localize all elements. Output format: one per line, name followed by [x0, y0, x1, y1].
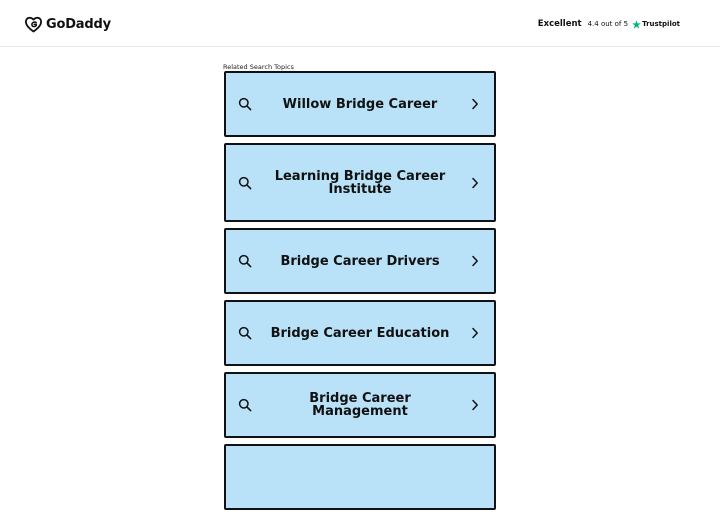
godaddy-logo[interactable]: GoDaddy [24, 14, 111, 34]
related-topics-list: Willow Bridge Career Learning Bridge Car… [224, 71, 496, 516]
trustpilot-star-icon [632, 19, 641, 29]
trustpilot-name: Trustpilot [642, 20, 680, 28]
search-icon [238, 254, 252, 268]
related-topic-card[interactable]: Bridge Career Education [224, 300, 496, 366]
related-search-topics-label: Related Search Topics [223, 63, 294, 71]
chevron-right-icon [472, 98, 478, 110]
chevron-right-icon [472, 327, 478, 339]
site-header: GoDaddy Excellent 4.4 out of 5 Trustpilo… [0, 0, 720, 47]
related-topic-label: Bridge Career Education [270, 325, 450, 341]
rating-score: 4.4 out of 5 [587, 20, 629, 28]
logo-text: GoDaddy [46, 16, 111, 32]
search-icon [238, 176, 252, 189]
search-icon [238, 326, 252, 340]
search-icon [238, 398, 252, 412]
related-topic-card[interactable] [224, 444, 496, 510]
related-topic-card[interactable]: Bridge Career Drivers [224, 228, 496, 294]
search-icon [238, 97, 252, 111]
chevron-right-icon [472, 255, 478, 267]
chevron-right-icon [472, 177, 478, 188]
godaddy-logo-icon [25, 16, 42, 32]
chevron-right-icon [472, 399, 478, 411]
related-topic-card[interactable]: Willow Bridge Career [224, 71, 496, 137]
related-topic-label: Bridge Career Drivers [280, 253, 440, 269]
related-topic-label: Willow Bridge Career [282, 96, 438, 112]
trustpilot-rating[interactable]: Excellent 4.4 out of 5 Trustpilot [538, 19, 680, 29]
related-topic-card[interactable]: Bridge Career Management [224, 372, 496, 438]
related-topic-label: Bridge Career Management [309, 391, 411, 419]
related-topic-card[interactable]: Learning Bridge Career Institute [224, 143, 496, 222]
related-topic-label: Learning Bridge Career Institute [274, 168, 446, 197]
rating-word: Excellent [537, 19, 582, 29]
